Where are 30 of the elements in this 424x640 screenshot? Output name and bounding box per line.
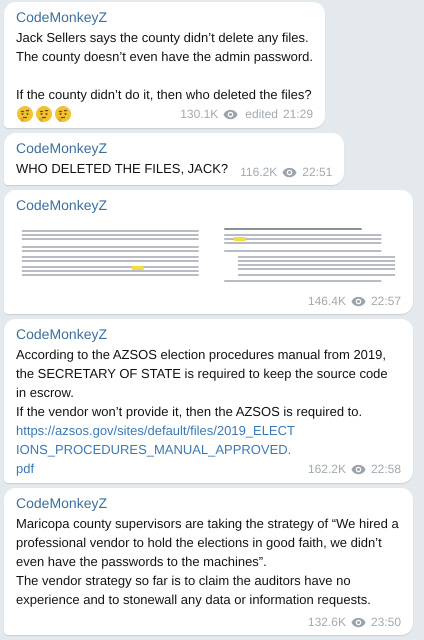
message-time: 22:58	[370, 461, 401, 477]
edited-label: edited	[245, 106, 278, 122]
eye-icon	[350, 296, 366, 306]
link[interactable]: https://azsos.gov/sites/default/files/2019_ELECTIONS_PROCEDURES_MANUAL_APPROVED.pdf	[16, 421, 296, 478]
message-text: WHO DELETED THE FILES, JACK?	[16, 161, 228, 176]
message-text: Jack Sellers says the county didn’t delete any files. The county doesn’t even have the admin password.	[16, 30, 314, 64]
message-time: 22:51	[302, 164, 332, 180]
thinking-emoji-icon	[16, 105, 34, 123]
author-name: CodeMonkeyZ	[16, 196, 108, 215]
eye-icon	[223, 108, 238, 120]
message-time: 22:57	[370, 293, 401, 309]
view-count: 162.2K	[308, 461, 346, 477]
thinking-emoji-icon	[54, 105, 72, 123]
author-name: CodeMonkeyZ	[16, 139, 108, 158]
view-count: 116.2K	[240, 164, 278, 180]
view-count: 146.4K	[308, 293, 346, 309]
author-name: CodeMonkeyZ	[16, 8, 108, 27]
message-text: Maricopa county supervisors are taking the strategy of “We hired a professional vendor to hold the elections in good faith, we didn’t even have the passwords to the machines”. The vendor strategy so far is to claim the auditors have no experience and to stonewall any data or information requests.	[16, 516, 399, 607]
author-name: CodeMonkeyZ	[16, 494, 108, 513]
eye-icon	[350, 464, 366, 474]
view-count: 132.6K	[308, 614, 346, 630]
thinking-emoji-icon	[35, 105, 53, 123]
message-time: 21:29	[282, 106, 314, 122]
message-text: According to the AZSOS election procedures manual from 2019, the SECRETARY OF STATE is required to keep the source code in escrow. If the vendor won’t provide it, then the AZSOS is required to.	[16, 347, 388, 419]
view-count: 130.1K	[180, 106, 218, 122]
message-time: 23:50	[370, 614, 401, 630]
author-name: CodeMonkeyZ	[16, 325, 108, 344]
eye-icon	[282, 166, 298, 178]
eye-icon	[350, 616, 366, 628]
message-text: If the county didn’t do it, then who deleted the files?	[16, 87, 312, 102]
